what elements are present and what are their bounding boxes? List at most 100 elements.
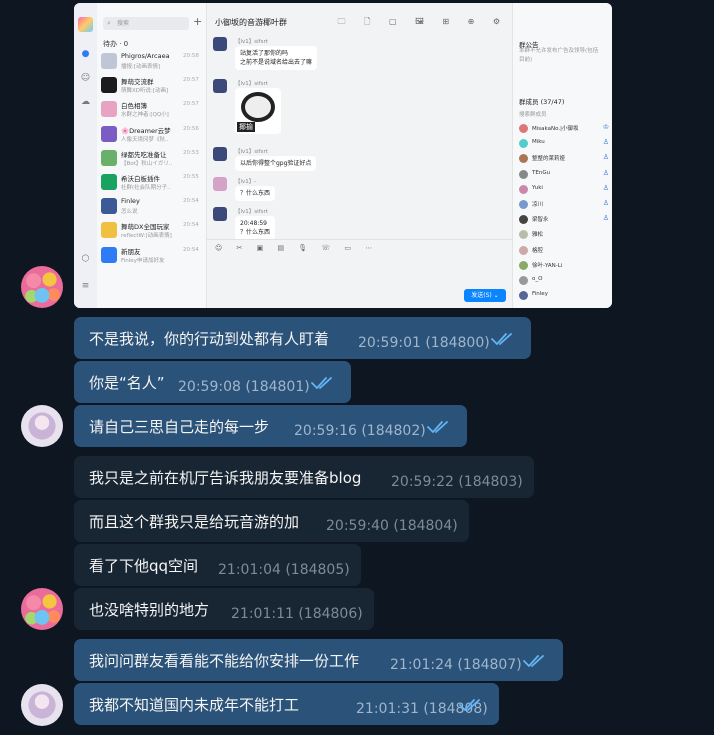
group-member-item[interactable]: 梁智永 ♙ xyxy=(519,214,609,226)
conversation-time: 20:55 xyxy=(183,174,199,180)
member-avatar xyxy=(519,184,528,194)
member-role-icon: ♙ xyxy=(602,183,609,192)
member-name: 雅松 xyxy=(532,232,544,239)
outgoing-message[interactable]: 请自己三思自己走的每一步 20:59:16 (184802) xyxy=(74,405,467,447)
group-member-item[interactable]: 格腔 xyxy=(519,245,609,257)
qq-conversation-list: ⌕ 搜索 + 待办 · 0 Phigros/Arcaea 播报:[动画表情] 20:5… xyxy=(97,3,207,308)
sender-avatar xyxy=(213,177,227,191)
member-name: 格腔 xyxy=(532,247,544,254)
member-avatar xyxy=(519,124,528,133)
group-member-item[interactable]: 凉川 ♙ xyxy=(519,199,609,211)
menu-icon[interactable]: ≡ xyxy=(80,281,91,292)
incoming-message[interactable]: 看了下他qq空间 21:01:04 (184805) xyxy=(74,544,361,586)
sender-name: 【lv1】sifsrt xyxy=(235,149,268,155)
group-member-item[interactable]: Yuki ♙ xyxy=(519,184,609,196)
incoming-message[interactable]: 也没啥特别的地方 21:01:11 (184806) xyxy=(74,588,374,630)
member-avatar xyxy=(519,276,528,285)
qq-conversation-item[interactable]: 🌸Dreamer云梦 人像天境冈梦《秋.. 20:56 xyxy=(97,123,206,146)
member-name: Miku xyxy=(532,139,545,146)
member-avatar xyxy=(519,215,528,225)
member-name: MisakaNo.|小御坂 xyxy=(532,126,579,132)
message-bubble: 以后你得整个gpg验证好点 xyxy=(235,156,317,171)
group-member-item[interactable]: Miku ♙ xyxy=(519,138,609,150)
add-icon[interactable]: + xyxy=(193,15,202,28)
member-search-input[interactable]: 搜索群成员 xyxy=(519,110,547,118)
conversation-avatar xyxy=(101,198,117,215)
double-check-icon xyxy=(491,330,515,348)
incoming-message[interactable]: 我只是之前在机厅告诉我朋友要准备blog 20:59:22 (184803) xyxy=(74,456,534,498)
group-member-item[interactable]: 徐叶-YAN-Li xyxy=(519,260,609,272)
sender-avatar[interactable] xyxy=(21,588,63,630)
cloud-icon[interactable]: ☁ xyxy=(80,97,91,108)
announcement-text: 本群不允许发布广告及领导(包括目前) xyxy=(519,48,599,63)
conversation-time: 20:54 xyxy=(183,246,199,253)
outgoing-message[interactable]: 不是我说，你的行动到处都有人盯着 20:59:01 (184800) xyxy=(74,317,531,359)
message-text: 请自己三思自己走的每一步 xyxy=(89,418,270,436)
conversation-preview: 水群之神者:[QQ小] xyxy=(121,112,169,119)
shared-screenshot[interactable]: ● ☺ ☁ ⬡ ≡ ⌕ 搜索 + 待办 · 0 Phigros/Arcaea 播报:… xyxy=(74,3,612,308)
qq-chat-toolbar[interactable]: 🗀 🗋 ▢ 🖼 ⊞ ⊕ ⚙ xyxy=(337,16,508,30)
qq-conversation-item[interactable]: 新朋友 Finley申请加好友 20:54 xyxy=(97,244,206,267)
message-text: 不是我说，你的行动到处都有人盯着 xyxy=(89,330,330,348)
conversation-preview: 人像天境冈梦《秋.. xyxy=(121,136,169,143)
message-text: 我只是之前在机厅告诉我朋友要准备blog xyxy=(89,469,362,487)
conversation-name: 绿都先吃准备让 xyxy=(121,150,167,159)
qq-search-input[interactable]: ⌕ 搜索 xyxy=(103,17,189,30)
qq-self-avatar[interactable] xyxy=(78,17,93,32)
qq-chat-pane: 小御坂的音游椰叶群 🗀 🗋 ▢ 🖼 ⊞ ⊕ ⚙ 【lv1】sifsrt 站复活了那… xyxy=(207,3,512,308)
qq-conversation-item[interactable]: Phigros/Arcaea 播报:[动画表情] 20:58 xyxy=(97,50,206,73)
members-title: 群成员 (37/47) xyxy=(519,98,565,106)
qq-input-toolbar[interactable]: ☺ ✂ ▣ ▤ 🎙 ☏ ▭ ⋯ xyxy=(215,244,378,252)
qq-conversation-item[interactable]: 舞萌DX全国玩家 reflectW:[动画表情] 20:54 xyxy=(97,219,206,242)
group-member-item[interactable]: Finley xyxy=(519,290,609,302)
member-avatar xyxy=(519,245,528,255)
double-check-icon xyxy=(427,418,451,436)
app-icon[interactable]: ⬡ xyxy=(80,254,91,265)
message-text: 我问问群友看看能不能给你安排一份工作 xyxy=(89,652,360,670)
sender-avatar[interactable] xyxy=(21,405,63,447)
message-bubble: ？什么东西 xyxy=(235,186,276,201)
qq-nav-rail: ● ☺ ☁ ⬡ ≡ xyxy=(74,3,97,308)
message-timestamp: 20:59:01 (184800) xyxy=(358,335,490,351)
qq-send-button[interactable]: 发送(S) ⌄ xyxy=(464,289,506,302)
sender-name: 【lv1】- xyxy=(235,179,257,185)
double-check-icon xyxy=(523,652,547,670)
chat-icon[interactable]: ● xyxy=(80,49,91,60)
contacts-icon[interactable]: ☺ xyxy=(80,73,91,84)
conversation-preview: 萌舞XD听说:[动画] xyxy=(121,88,169,95)
outgoing-message[interactable]: 你是“名人” 20:59:08 (184801) xyxy=(74,361,351,403)
qq-input-area[interactable]: ☺ ✂ ▣ ▤ 🎙 ☏ ▭ ⋯ 发送(S) ⌄ xyxy=(207,239,512,308)
message-timestamp: 20:59:22 (184803) xyxy=(391,474,523,490)
conversation-preview: 【Bot】秋山イガリ.. xyxy=(121,160,173,167)
message-timestamp: 21:01:04 (184805) xyxy=(218,562,350,578)
double-check-icon xyxy=(311,374,335,392)
qq-conversation-item[interactable]: 白色相簿 水群之神者:[QQ小] 20:57 xyxy=(97,98,206,121)
group-member-item[interactable]: 整整的莱莉娅 ♙ xyxy=(519,153,609,165)
member-avatar xyxy=(519,291,528,301)
group-member-item[interactable]: TEnGu ♙ xyxy=(519,169,609,181)
qq-conversation-item[interactable]: Finley 怎么说 20:54 xyxy=(97,195,206,218)
outgoing-message[interactable]: 我都不知道国内未成年不能打工 21:01:31 (184808) xyxy=(74,683,499,725)
group-member-item[interactable]: MisakaNo.|小御坂 ♔ xyxy=(519,123,609,135)
incoming-message[interactable]: 而且这个群我只是给玩音游的加 20:59:40 (184804) xyxy=(74,500,469,542)
qq-conversation-item[interactable]: 希沃白板插件 社群(社会队期分子.. 20:55 xyxy=(97,171,206,194)
conversation-name: Finley xyxy=(121,197,140,206)
member-role-icon: ♙ xyxy=(602,199,609,207)
panda-sticker: 揶揄 xyxy=(235,88,281,134)
member-name: TEnGu xyxy=(532,169,551,176)
member-avatar xyxy=(519,169,528,179)
conversation-preview: Finley申请加好友 xyxy=(121,257,165,264)
conversation-avatar xyxy=(101,53,117,69)
qq-conversation-item[interactable]: 绿都先吃准备让 【Bot】秋山イガリ.. 20:53 xyxy=(97,147,206,170)
group-member-item[interactable]: 雅松 xyxy=(519,229,609,241)
message-timestamp: 20:59:16 (184802) xyxy=(294,423,426,439)
outgoing-message[interactable]: 我问问群友看看能不能给你安排一份工作 21:01:24 (184807) xyxy=(74,639,563,681)
qq-conversation-item[interactable]: 舞萌交流群 萌舞XD听说:[动画] 20:57 xyxy=(97,74,206,97)
conversation-name: 白色相簿 xyxy=(121,102,147,111)
group-member-item[interactable]: o_O xyxy=(519,275,609,287)
member-role-icon: ♙ xyxy=(602,153,609,162)
sender-avatar[interactable] xyxy=(21,266,63,308)
todo-label[interactable]: 待办 · 0 xyxy=(103,39,128,49)
sender-avatar[interactable] xyxy=(21,684,63,726)
conversation-time: 20:57 xyxy=(183,101,199,108)
